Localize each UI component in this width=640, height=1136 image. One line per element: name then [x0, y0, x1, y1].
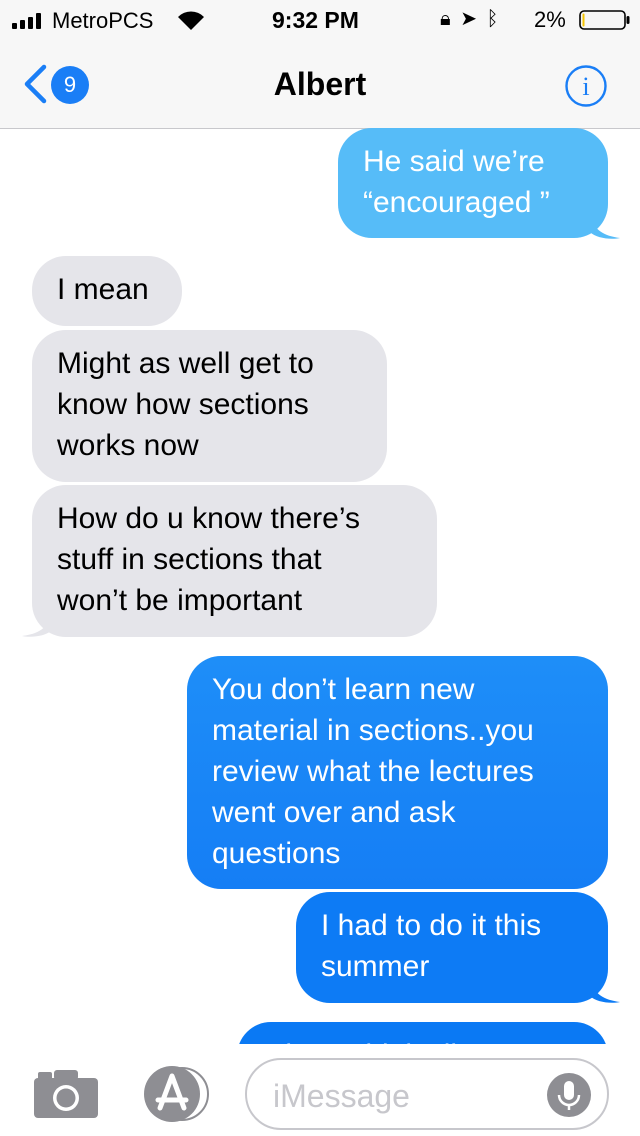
bubble-tail — [590, 980, 620, 1003]
microphone-icon[interactable] — [547, 1073, 591, 1117]
status-bar: MetroPCS 9:32 PM 🔒︎ ➤ ᛒ 2% — [0, 0, 640, 40]
compose-bar: iMessage — [0, 1044, 640, 1136]
carrier-name: MetroPCS — [52, 8, 154, 33]
signal-icon — [12, 11, 46, 29]
message-bubble-outgoing[interactable]: He said we’re “encouraged ” — [338, 128, 608, 238]
app-store-icon[interactable] — [138, 1064, 214, 1124]
message-bubble-outgoing[interactable]: I had to do it this summer — [296, 892, 608, 1003]
battery-percent: 2% — [534, 7, 566, 32]
info-icon[interactable]: i — [564, 64, 608, 108]
message-bubble-incoming[interactable]: How do u know there’s stuff in sections … — [32, 485, 437, 637]
status-time: 9:32 PM — [272, 7, 359, 33]
navigation-bar: 9 Albert i — [0, 40, 640, 129]
contact-name[interactable]: Albert — [0, 66, 640, 103]
message-bubble-incoming[interactable]: Might as well get to know how sections w… — [32, 330, 387, 482]
imessage-input[interactable]: iMessage — [245, 1058, 609, 1130]
location-icon: ➤ — [460, 8, 477, 30]
svg-text:i: i — [582, 72, 589, 101]
bubble-tail — [590, 216, 620, 239]
camera-icon[interactable] — [32, 1066, 100, 1120]
message-bubble-incoming[interactable]: I mean — [32, 256, 182, 326]
orientation-lock-icon: 🔒︎ — [440, 8, 451, 30]
imessage-placeholder: iMessage — [273, 1078, 410, 1114]
status-icons: 🔒︎ ➤ ᛒ — [440, 6, 499, 31]
message-bubble-outgoing[interactable]: You don’t learn new material in sections… — [187, 656, 608, 889]
wifi-icon — [178, 11, 204, 30]
bluetooth-icon: ᛒ — [486, 8, 499, 30]
battery-fill — [582, 13, 585, 27]
battery-icon — [579, 10, 630, 30]
bubble-tail — [22, 614, 52, 637]
